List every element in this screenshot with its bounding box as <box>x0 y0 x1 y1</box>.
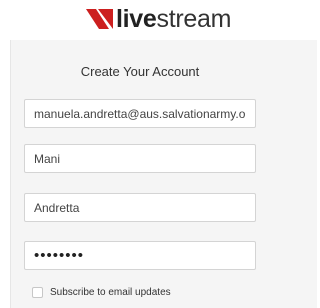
subscribe-label[interactable]: Subscribe to email updates <box>50 287 171 298</box>
password-mask: •••••••• <box>34 247 85 264</box>
last-name-field[interactable] <box>24 193 256 222</box>
password-field[interactable]: •••••••• <box>24 241 256 270</box>
form-title: Create Your Account <box>80 64 200 79</box>
logo-wordmark: livestream <box>116 4 231 34</box>
logo-text-live: live <box>116 5 157 33</box>
subscribe-checkbox[interactable] <box>32 286 43 298</box>
email-field[interactable] <box>24 99 256 128</box>
livestream-logo-icon <box>86 9 113 29</box>
livestream-logo[interactable]: livestream <box>84 4 231 34</box>
subscribe-row[interactable]: Subscribe to email updates <box>32 285 171 299</box>
header: livestream <box>0 0 316 40</box>
logo-text-stream: stream <box>156 5 232 33</box>
first-name-field[interactable] <box>24 144 256 173</box>
